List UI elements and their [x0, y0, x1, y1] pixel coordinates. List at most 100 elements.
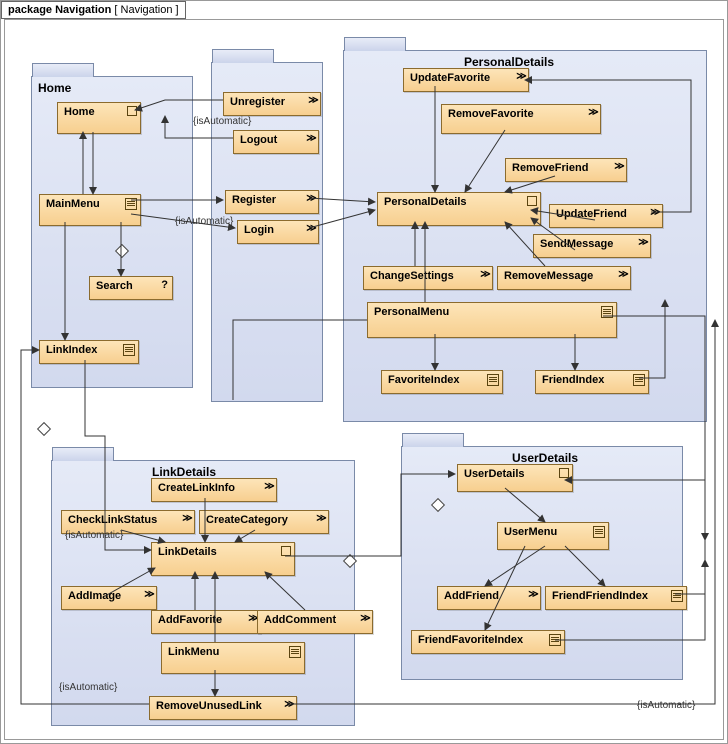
l: Register	[232, 194, 276, 206]
chevron-icon: ≫	[181, 514, 191, 524]
node-home-label: Home	[64, 106, 95, 118]
node-addimage[interactable]: AddImage≫	[61, 586, 157, 610]
l: CreateLinkInfo	[158, 482, 235, 494]
group-linkdetails-title: LinkDetails	[152, 465, 216, 479]
l: CreateCategory	[206, 514, 288, 526]
l: LinkDetails	[158, 546, 217, 558]
node-addfavorite[interactable]: AddFavorite ≫	[151, 610, 261, 634]
node-mainmenu-label: MainMenu	[46, 198, 100, 210]
l: PersonalDetails	[384, 196, 467, 208]
l: RemoveFriend	[512, 162, 588, 174]
anno-isautomatic-5: {isAutomatic}	[637, 700, 695, 711]
node-logout[interactable]: Logout ≫	[233, 130, 319, 154]
group-userdetails-tab	[402, 433, 464, 448]
l: LinkMenu	[168, 646, 219, 658]
package-bracket: [ Navigation ]	[114, 4, 178, 16]
node-friendindex[interactable]: FriendIndex	[535, 370, 649, 394]
group-userdetails-title: UserDetails	[512, 451, 578, 465]
chevron-icon: ≫	[613, 162, 623, 172]
chevron-icon: ≫	[247, 614, 257, 624]
node-personalmenu[interactable]: PersonalMenu	[367, 302, 617, 338]
square-icon	[127, 106, 137, 116]
node-usermenu[interactable]: UserMenu	[497, 522, 609, 550]
node-sendmessage[interactable]: SendMessage ≫	[533, 234, 651, 258]
chevron-icon: ≫	[637, 238, 647, 248]
l: Unregister	[230, 96, 285, 108]
l: PersonalMenu	[374, 306, 449, 318]
menu-icon	[633, 374, 645, 386]
menu-icon	[671, 590, 683, 602]
node-friendfavoriteindex[interactable]: FriendFavoriteIndex	[411, 630, 565, 654]
chevron-icon: ≫	[587, 108, 597, 118]
node-removeunusedlink[interactable]: RemoveUnusedLink ≫	[149, 696, 297, 720]
chevron-icon: ≫	[305, 134, 315, 144]
group-middle-tab	[212, 49, 274, 64]
l: AddComment	[264, 614, 336, 626]
node-linkindex-label: LinkIndex	[46, 344, 97, 356]
chevron-icon: ≫	[263, 482, 273, 492]
question-icon: ?	[161, 279, 168, 291]
node-createcategory[interactable]: CreateCategory≫	[199, 510, 329, 534]
l: UpdateFriend	[556, 208, 627, 220]
node-mainmenu[interactable]: MainMenu	[39, 194, 141, 226]
l: SendMessage	[540, 238, 613, 250]
chevron-icon: ≫	[307, 96, 317, 106]
chevron-icon: ≫	[305, 224, 315, 234]
l: RemoveUnusedLink	[156, 700, 262, 712]
menu-icon	[125, 198, 137, 210]
node-addcomment[interactable]: AddComment≫	[257, 610, 373, 634]
node-unregister[interactable]: Unregister ≫	[223, 92, 321, 116]
node-home[interactable]: Home	[57, 102, 141, 134]
node-linkmenu[interactable]: LinkMenu	[161, 642, 305, 674]
node-userdetails[interactable]: UserDetails	[457, 464, 573, 492]
node-login[interactable]: Login≫	[237, 220, 319, 244]
anno-isautomatic-1: {isAutomatic}	[193, 116, 251, 127]
package-name: Navigation	[55, 4, 111, 16]
node-linkindex[interactable]: LinkIndex	[39, 340, 139, 364]
l: UserMenu	[504, 526, 557, 538]
menu-icon	[123, 344, 135, 356]
anno-isautomatic-3: {isAutomatic}	[65, 530, 123, 541]
diagram-canvas: package Navigation [ Navigation ] Home P…	[0, 0, 728, 744]
node-favoriteindex[interactable]: FavoriteIndex	[381, 370, 503, 394]
l: UserDetails	[464, 468, 525, 480]
menu-icon	[487, 374, 499, 386]
chevron-icon: ≫	[515, 72, 525, 82]
package-frame: Home PersonalDetails LinkDetails UserDet…	[4, 19, 724, 740]
node-changesettings[interactable]: ChangeSettings≫	[363, 266, 493, 290]
l: FriendIndex	[542, 374, 604, 386]
square-icon	[527, 196, 537, 206]
node-removefriend[interactable]: RemoveFriend ≫	[505, 158, 627, 182]
l: RemoveMessage	[504, 270, 593, 282]
chevron-icon: ≫	[283, 700, 293, 710]
l: FriendFavoriteIndex	[418, 634, 523, 646]
menu-icon	[593, 526, 605, 538]
node-personaldetails[interactable]: PersonalDetails	[377, 192, 541, 226]
group-personal-tab	[344, 37, 406, 52]
node-removemessage[interactable]: RemoveMessage ≫	[497, 266, 631, 290]
l: AddFriend	[444, 590, 499, 602]
node-friendfriendindex[interactable]: FriendFriendIndex	[545, 586, 687, 610]
node-updatefavorite[interactable]: UpdateFavorite ≫	[403, 68, 529, 92]
l: UpdateFavorite	[410, 72, 490, 84]
node-addfriend[interactable]: AddFriend ≫	[437, 586, 541, 610]
node-linkdetails[interactable]: LinkDetails	[151, 542, 295, 576]
anno-isautomatic-4: {isAutomatic}	[59, 682, 117, 693]
chevron-icon: ≫	[649, 208, 659, 218]
chevron-icon: ≫	[617, 270, 627, 280]
chevron-icon: ≫	[527, 590, 537, 600]
menu-icon	[549, 634, 561, 646]
node-search[interactable]: Search ?	[89, 276, 173, 300]
diamond-marker	[37, 422, 51, 436]
package-tab: package Navigation [ Navigation ]	[1, 1, 186, 19]
node-register[interactable]: Register≫	[225, 190, 319, 214]
l: FriendFriendIndex	[552, 590, 648, 602]
node-updatefriend[interactable]: UpdateFriend ≫	[549, 204, 663, 228]
l: AddFavorite	[158, 614, 222, 626]
node-createlinkinfo[interactable]: CreateLinkInfo ≫	[151, 478, 277, 502]
l: Logout	[240, 134, 277, 146]
node-removefavorite[interactable]: RemoveFavorite≫	[441, 104, 601, 134]
chevron-icon: ≫	[479, 270, 489, 280]
square-icon	[281, 546, 291, 556]
group-home-tab	[32, 63, 94, 78]
